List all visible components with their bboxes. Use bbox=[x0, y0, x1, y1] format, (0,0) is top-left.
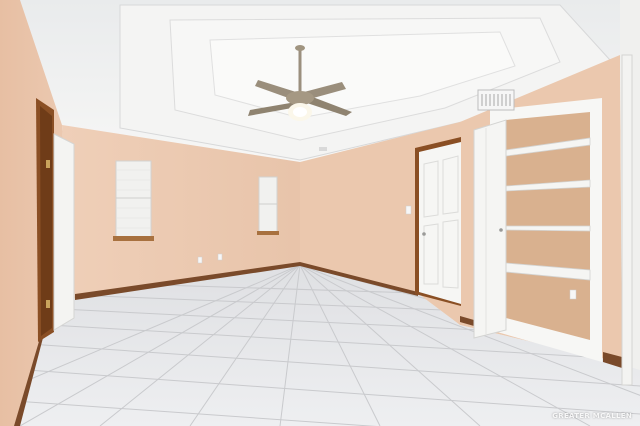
air-vent bbox=[477, 89, 515, 111]
room-illustration bbox=[0, 0, 640, 426]
hallway-door[interactable] bbox=[415, 137, 461, 306]
outlet bbox=[217, 253, 223, 261]
outlet bbox=[569, 289, 577, 300]
light-switch[interactable] bbox=[405, 205, 412, 215]
closet-door[interactable] bbox=[473, 119, 507, 339]
room-photo: GREATER MCALLEN bbox=[0, 0, 640, 426]
watermark: GREATER MCALLEN bbox=[552, 412, 632, 420]
closet bbox=[490, 98, 602, 362]
smoke-detector bbox=[319, 147, 327, 151]
window-right bbox=[257, 176, 279, 235]
window-left bbox=[113, 160, 154, 241]
right-edge-door bbox=[621, 54, 633, 386]
outlet bbox=[197, 256, 203, 264]
